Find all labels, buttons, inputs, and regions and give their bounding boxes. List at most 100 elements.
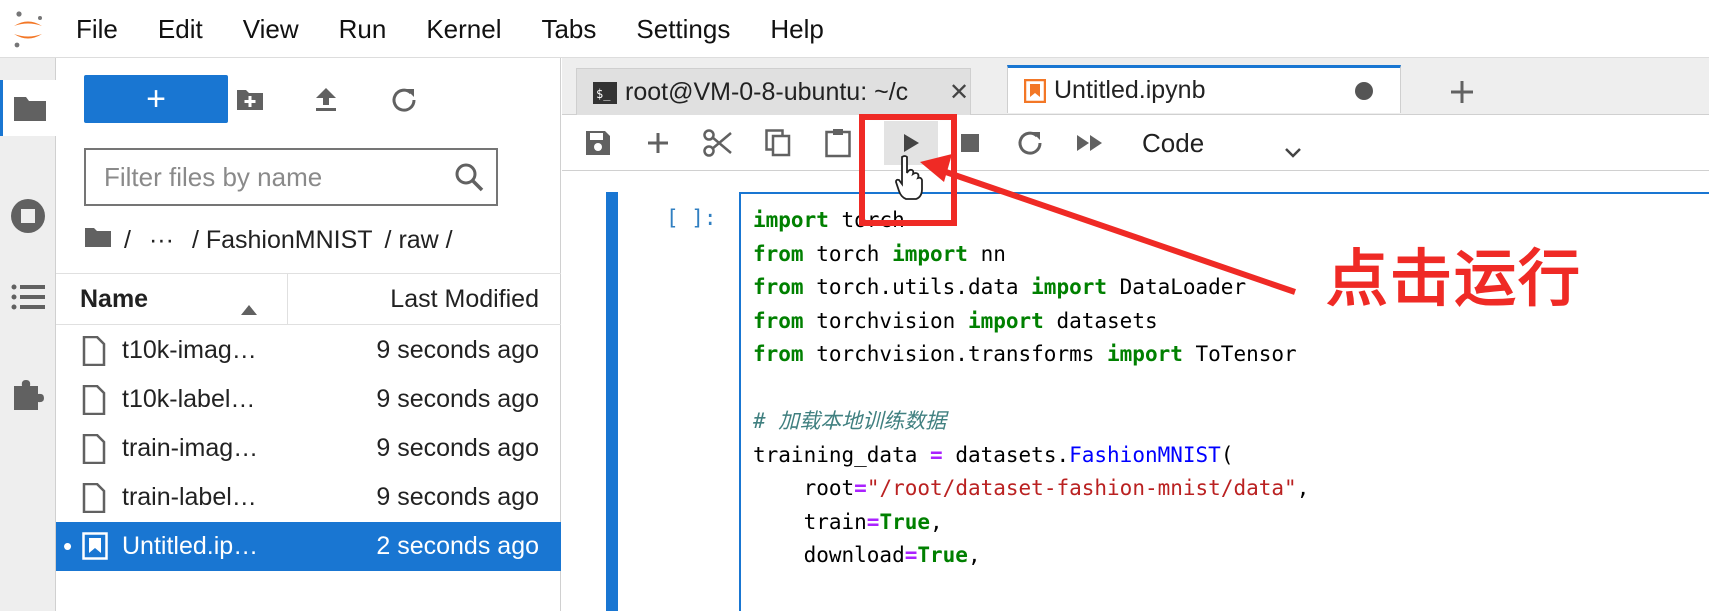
file-modified: 9 seconds ago xyxy=(376,385,539,413)
file-listing-header: Name Last Modified xyxy=(56,273,561,325)
add-tab-button[interactable] xyxy=(1440,70,1484,114)
paste-button[interactable] xyxy=(818,123,858,163)
copy-button[interactable] xyxy=(758,123,798,163)
file-icon xyxy=(82,433,106,471)
cell-type-value: Code xyxy=(1142,127,1205,158)
chevron-down-icon xyxy=(1284,135,1302,166)
breadcrumb: / ··· / FashionMNIST / raw / xyxy=(84,218,465,262)
paste-icon xyxy=(825,129,851,158)
save-button[interactable] xyxy=(578,123,618,163)
file-name: t10k-label… xyxy=(122,385,256,413)
refresh-button[interactable] xyxy=(384,80,424,120)
file-icon xyxy=(82,482,106,520)
save-icon xyxy=(586,131,610,155)
file-name: Untitled.ip… xyxy=(122,532,259,560)
last-modified-column-header[interactable]: Last Modified xyxy=(288,274,561,324)
file-filter-field[interactable] xyxy=(84,148,498,206)
code-text: import torch from torch import nn from t… xyxy=(753,208,1310,567)
breadcrumb-root[interactable]: / xyxy=(124,226,131,255)
file-list: t10k-imag… 9 seconds ago t10k-label… 9 s… xyxy=(56,326,561,571)
menu-settings[interactable]: Settings xyxy=(616,0,750,58)
name-column-header[interactable]: Name xyxy=(56,274,288,324)
cell-type-dropdown[interactable]: Code xyxy=(1142,123,1342,163)
notebook-icon xyxy=(82,532,108,567)
breadcrumb-raw[interactable]: / raw / xyxy=(385,226,453,255)
plus-icon: + xyxy=(146,80,166,118)
file-modified: 9 seconds ago xyxy=(376,483,539,511)
notebook-toolbar: Code xyxy=(562,115,1709,171)
left-activity-bar xyxy=(0,58,56,611)
notebook-icon xyxy=(1024,78,1046,103)
copy-icon xyxy=(765,129,791,157)
refresh-icon xyxy=(392,88,416,112)
code-string: "/root/dataset-fashion-mnist/data" xyxy=(866,476,1297,500)
new-folder-icon xyxy=(237,90,263,110)
jupyter-logo-icon xyxy=(0,0,56,58)
file-icon xyxy=(82,335,106,373)
file-browser-toolbar: + xyxy=(56,58,561,138)
folder-icon xyxy=(13,97,46,121)
annotation-label: 点击运行 xyxy=(1326,242,1583,315)
insert-cell-button[interactable] xyxy=(638,123,678,163)
tab-bar: $_ root@VM-0-8-ubuntu: ~/c ✕ Untitled.ip… xyxy=(562,58,1709,116)
file-row[interactable]: train-imag… 9 seconds ago xyxy=(56,424,561,473)
breadcrumb-home-icon[interactable] xyxy=(84,226,112,255)
extension-manager-tab-button[interactable] xyxy=(0,366,56,422)
plus-icon xyxy=(648,133,668,153)
menu-file[interactable]: File xyxy=(56,0,138,58)
breadcrumb-ellipsis[interactable]: ··· xyxy=(149,226,174,255)
sort-ascending-icon xyxy=(241,293,257,322)
tab-title: root@VM-0-8-ubuntu: ~/c xyxy=(625,78,909,106)
file-icon xyxy=(82,384,106,422)
file-browser-tab-button[interactable] xyxy=(0,80,56,136)
tab-title: Untitled.ipynb xyxy=(1054,76,1206,104)
tab-notebook[interactable]: Untitled.ipynb xyxy=(1007,65,1401,113)
menu-help[interactable]: Help xyxy=(750,0,843,58)
plus-icon xyxy=(1451,81,1473,103)
new-folder-button[interactable] xyxy=(230,80,270,120)
stop-circle-icon xyxy=(11,199,45,233)
menu-tabs[interactable]: Tabs xyxy=(521,0,616,58)
restart-kernel-button[interactable] xyxy=(1010,123,1050,163)
svg-text:$_: $_ xyxy=(596,87,611,101)
breadcrumb-fashionmnist[interactable]: / FashionMNIST xyxy=(192,226,373,255)
close-tab-icon[interactable]: ✕ xyxy=(949,78,969,107)
puzzle-icon xyxy=(14,380,44,410)
code-comment: # 加载本地训练数据 xyxy=(753,409,947,433)
interrupt-kernel-button[interactable] xyxy=(950,123,990,163)
menu-edit[interactable]: Edit xyxy=(138,0,223,58)
file-row-selected[interactable]: • Untitled.ip… 2 seconds ago xyxy=(56,522,561,571)
table-of-contents-tab-button[interactable] xyxy=(0,269,56,325)
active-cell-indicator xyxy=(606,192,618,611)
tab-terminal[interactable]: $_ root@VM-0-8-ubuntu: ~/c ✕ xyxy=(576,68,971,116)
restart-run-all-button[interactable] xyxy=(1070,123,1110,163)
file-name: train-label… xyxy=(122,483,257,511)
menu-bar: File Edit View Run Kernel Tabs Settings … xyxy=(0,0,1709,58)
menu-run[interactable]: Run xyxy=(319,0,407,58)
file-modified: 2 seconds ago xyxy=(376,532,539,560)
file-row[interactable]: train-label… 9 seconds ago xyxy=(56,473,561,522)
filter-input[interactable] xyxy=(104,161,444,193)
refresh-icon xyxy=(1018,131,1042,155)
file-row[interactable]: t10k-imag… 9 seconds ago xyxy=(56,326,561,375)
run-cell-button[interactable] xyxy=(884,121,938,165)
file-row[interactable]: t10k-label… 9 seconds ago xyxy=(56,375,561,424)
upload-icon xyxy=(316,88,336,111)
menu-view[interactable]: View xyxy=(223,0,319,58)
menu-kernel[interactable]: Kernel xyxy=(406,0,521,58)
upload-button[interactable] xyxy=(306,80,346,120)
file-modified: 9 seconds ago xyxy=(376,336,539,364)
fast-forward-icon xyxy=(1077,135,1102,151)
cut-button[interactable] xyxy=(698,123,738,163)
file-name: train-imag… xyxy=(122,434,259,462)
file-name: t10k-imag… xyxy=(122,336,257,364)
running-sessions-tab-button[interactable] xyxy=(0,188,56,244)
stop-icon xyxy=(961,134,979,152)
running-indicator: • xyxy=(63,531,73,561)
unsaved-dot-icon[interactable] xyxy=(1354,81,1374,101)
search-icon xyxy=(454,162,484,197)
new-launcher-button[interactable]: + xyxy=(84,75,228,123)
file-browser-panel: + / ··· / FashionMNIST / xyxy=(56,58,561,611)
list-icon xyxy=(11,284,45,310)
file-modified: 9 seconds ago xyxy=(376,434,539,462)
